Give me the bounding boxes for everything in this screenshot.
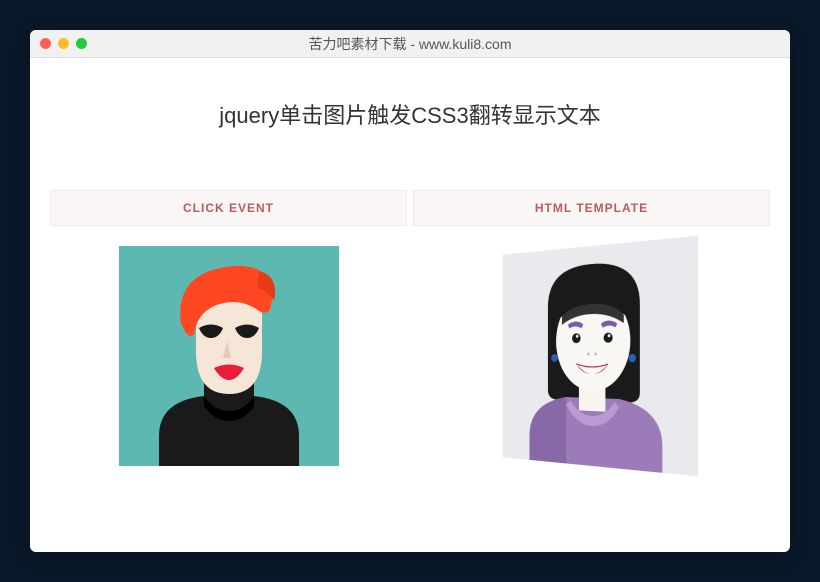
page-content: jquery单击图片触发CSS3翻转显示文本 CLICK EVENT — [30, 58, 790, 552]
avatar-red-hair-icon[interactable] — [119, 246, 339, 466]
card-row: CLICK EVENT — [50, 190, 770, 532]
window-title: 苦力吧素材下载 - www.kuli8.com — [30, 34, 790, 54]
avatar-black-hair-icon[interactable] — [502, 236, 698, 477]
minimize-icon[interactable] — [58, 38, 69, 49]
browser-window: 苦力吧素材下载 - www.kuli8.com jquery单击图片触发CSS3… — [30, 30, 790, 552]
card-label: CLICK EVENT — [50, 190, 407, 226]
page-title: jquery单击图片触发CSS3翻转显示文本 — [50, 98, 770, 130]
card-html-template: HTML TEMPLATE — [413, 190, 770, 532]
window-controls — [40, 38, 87, 49]
maximize-icon[interactable] — [76, 38, 87, 49]
titlebar: 苦力吧素材下载 - www.kuli8.com — [30, 30, 790, 58]
card-label: HTML TEMPLATE — [413, 190, 770, 226]
card-click-event: CLICK EVENT — [50, 190, 407, 532]
close-icon[interactable] — [40, 38, 51, 49]
